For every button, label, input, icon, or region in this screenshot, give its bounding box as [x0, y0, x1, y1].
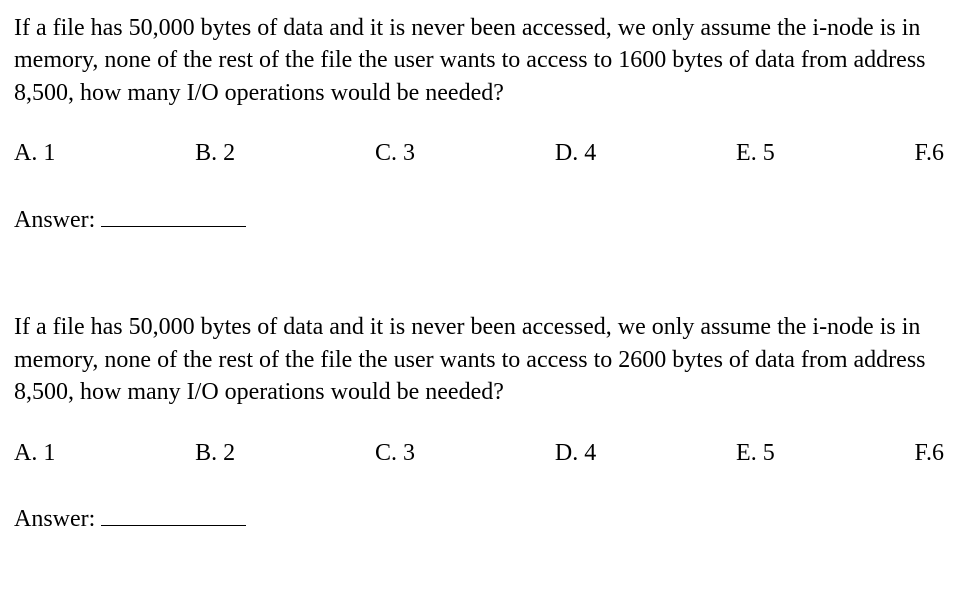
q1-option-f: F.6 [915, 137, 944, 169]
question2-answer-row: Answer: [14, 499, 961, 536]
q1-option-e: E. 5 [736, 137, 775, 169]
q1-option-d: D. 4 [555, 137, 596, 169]
q1-option-a: A. 1 [14, 137, 55, 169]
question2-options: A. 1 B. 2 C. 3 D. 4 E. 5 F.6 [14, 437, 944, 469]
q1-option-c: C. 3 [375, 137, 415, 169]
q1-answer-label: Answer: [14, 204, 95, 236]
q2-option-b: B. 2 [195, 437, 235, 469]
q1-option-b: B. 2 [195, 137, 235, 169]
q1-answer-blank[interactable] [101, 200, 246, 227]
q2-option-c: C. 3 [375, 437, 415, 469]
q2-answer-label: Answer: [14, 503, 95, 535]
question1-answer-row: Answer: [14, 200, 961, 237]
question2-text: If a file has 50,000 bytes of data and i… [14, 311, 961, 408]
q2-option-f: F.6 [915, 437, 944, 469]
question1-options: A. 1 B. 2 C. 3 D. 4 E. 5 F.6 [14, 137, 944, 169]
question1-text: If a file has 50,000 bytes of data and i… [14, 12, 961, 109]
q2-option-e: E. 5 [736, 437, 775, 469]
q2-answer-blank[interactable] [101, 499, 246, 526]
q2-option-d: D. 4 [555, 437, 596, 469]
q2-option-a: A. 1 [14, 437, 55, 469]
